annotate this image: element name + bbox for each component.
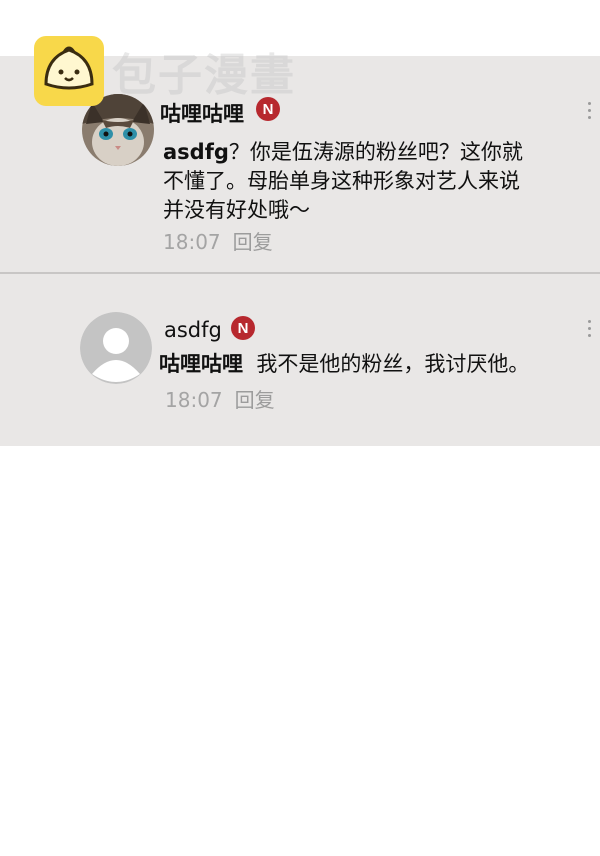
comment-time: 18:07 (165, 388, 223, 412)
more-options-icon[interactable] (586, 102, 592, 123)
watermark-text: 包子漫畫 (112, 50, 296, 101)
comment-text: 咕哩咕哩 我不是他的粉丝，我讨厌他。 (159, 350, 589, 379)
new-badge: N (231, 316, 255, 340)
comment-text: asdfg？你是伍涛源的粉丝吧？这你就 不懂了。母胎单身这种形象对艺人来说 并没… (163, 138, 583, 225)
comment-meta: 18:07 回复 (165, 384, 275, 413)
comment-meta: 18:07 回复 (163, 226, 273, 255)
comment-time: 18:07 (163, 230, 221, 254)
mention-link[interactable]: 咕哩咕哩 (159, 352, 243, 376)
comment-text-line3: 并没有好处哦～ (163, 198, 310, 222)
comment-text-line2: 不懂了。母胎单身这种形象对艺人来说 (163, 169, 520, 193)
comment-username[interactable]: asdfg (164, 318, 222, 342)
watermark: 包子漫畫 (34, 36, 296, 106)
comment-text-line1: ？你是伍涛源的粉丝吧？这你就 (228, 140, 523, 164)
default-user-avatar-icon[interactable] (80, 312, 152, 384)
more-options-icon[interactable] (586, 320, 592, 341)
comment-text-line1: 我不是他的粉丝，我讨厌他。 (256, 352, 530, 376)
mention-link[interactable]: asdfg (163, 140, 229, 164)
comment-item: asdfg N 咕哩咕哩 我不是他的粉丝，我讨厌他。 18:07 回复 (0, 274, 600, 446)
reply-button[interactable]: 回复 (233, 230, 273, 254)
bun-logo-icon (34, 36, 104, 106)
reply-button[interactable]: 回复 (235, 388, 275, 412)
